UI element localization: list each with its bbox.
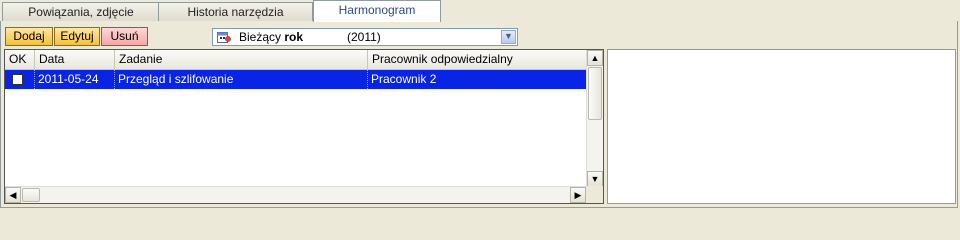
period-year: (2011) — [347, 30, 381, 44]
grid-header: OK Data Zadanie Pracownik odpowiedzialny — [5, 50, 587, 70]
column-header-employee[interactable]: Pracownik odpowiedzialny — [368, 50, 587, 69]
edit-button[interactable]: Edytuj — [54, 27, 100, 46]
period-prefix: Bieżący — [239, 30, 282, 44]
ok-checkbox[interactable] — [12, 74, 23, 85]
period-select[interactable]: Bieżący rok (2011) ▼ — [212, 28, 518, 46]
calendar-icon — [217, 31, 231, 43]
tab-strip: Powiązania, zdjęcie Historia narzędzia H… — [0, 0, 960, 22]
employee-cell: Pracownik 2 — [371, 72, 437, 86]
tab-historia[interactable]: Historia narzędzia — [158, 2, 313, 21]
scroll-left-icon[interactable]: ◀ — [5, 187, 21, 203]
table-row[interactable]: 2011-05-24 Przegląd i szlifowanie Pracow… — [5, 70, 587, 89]
add-button[interactable]: Dodaj — [5, 27, 53, 46]
period-unit: rok — [284, 30, 304, 44]
horizontal-scrollbar[interactable]: ◀ ▶ — [5, 186, 587, 203]
tab-harmonogram[interactable]: Harmonogram — [313, 0, 441, 22]
ok-cell — [5, 70, 35, 89]
period-label: Bieżący rok — [239, 30, 303, 44]
chevron-down-icon[interactable]: ▼ — [501, 30, 516, 44]
vertical-scrollbar[interactable]: ▲ ▼ — [586, 50, 603, 187]
schedule-grid: OK Data Zadanie Pracownik odpowiedzialny… — [4, 49, 604, 204]
scroll-down-icon[interactable]: ▼ — [587, 171, 603, 187]
tab-powiazania[interactable]: Powiązania, zdjęcie — [2, 2, 160, 21]
detail-pane — [607, 49, 956, 204]
task-cell: Przegląd i szlifowanie — [115, 70, 368, 89]
column-header-ok[interactable]: OK — [5, 50, 35, 69]
vertical-scroll-thumb[interactable] — [588, 67, 602, 120]
scroll-up-icon[interactable]: ▲ — [587, 50, 603, 66]
horizontal-scroll-thumb[interactable] — [22, 188, 40, 202]
scroll-right-icon[interactable]: ▶ — [570, 187, 586, 203]
delete-button[interactable]: Usuń — [101, 27, 148, 46]
column-header-task[interactable]: Zadanie — [115, 50, 368, 69]
scroll-corner — [586, 186, 603, 203]
column-header-date[interactable]: Data — [35, 50, 115, 69]
date-cell: 2011-05-24 — [35, 70, 115, 89]
